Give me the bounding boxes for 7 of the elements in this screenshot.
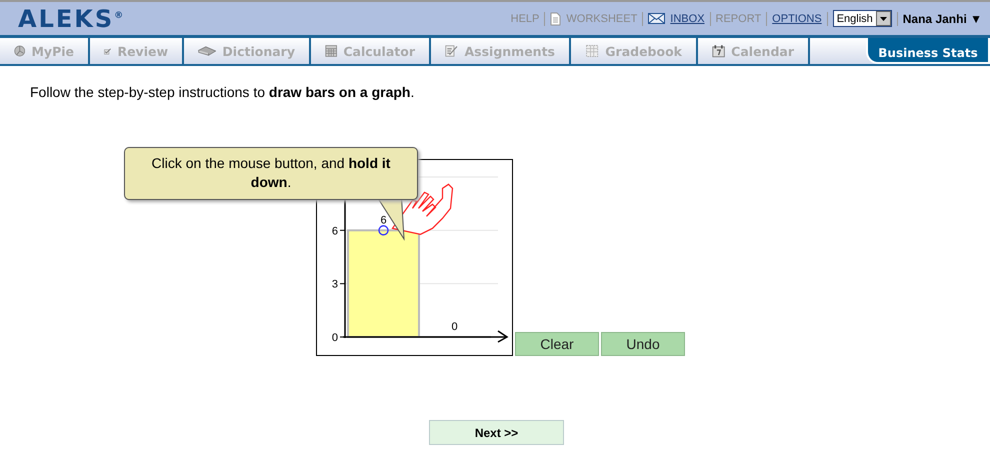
axis-label: 3 (332, 278, 338, 291)
data-label: 6 (380, 214, 387, 226)
axis-label: 6 (332, 225, 338, 238)
aleks-logo: ALEKS$^{®}$ (18, 4, 124, 32)
data-label: 0 (451, 321, 458, 333)
instruction-text: Follow the step-by-step instructions to draw bars on a graph. (30, 84, 416, 100)
axis-label: 0 (332, 332, 338, 344)
